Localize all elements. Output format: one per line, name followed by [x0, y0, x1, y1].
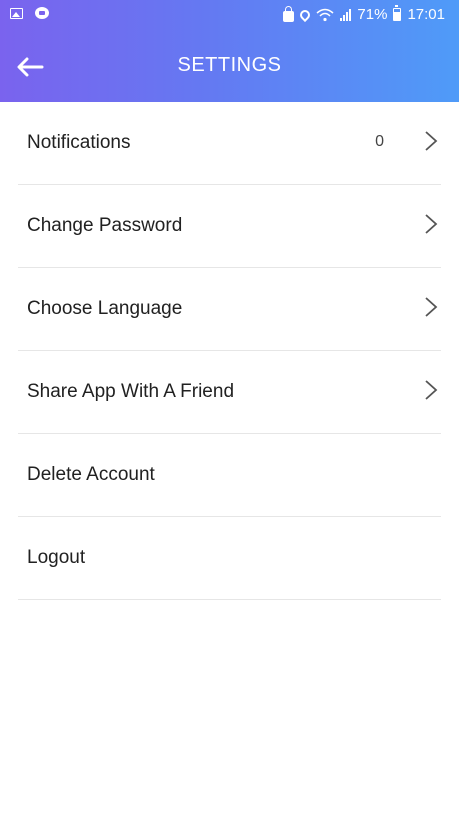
- status-bar-left: [10, 7, 49, 19]
- chevron-right-icon: [425, 131, 438, 151]
- signal-icon: [340, 8, 352, 21]
- menu-item-label: Change Password: [27, 215, 183, 236]
- menu-item-label: Logout: [27, 547, 86, 568]
- chevron-right-icon: [425, 297, 438, 317]
- location-pin-icon: [298, 7, 313, 22]
- menu-item-delete-account[interactable]: Delete Account: [18, 434, 441, 517]
- wifi-icon: [316, 8, 334, 22]
- menu-item-notifications[interactable]: Notifications 0: [18, 102, 441, 185]
- menu-item-choose-language[interactable]: Choose Language: [18, 268, 441, 351]
- status-bar: 71% 17:01: [0, 0, 459, 32]
- status-time: 17:01: [407, 6, 445, 23]
- menu-item-label: Choose Language: [27, 298, 183, 319]
- menu-item-label: Share App With A Friend: [27, 381, 235, 402]
- status-bar-right: 71% 17:01: [283, 5, 445, 23]
- menu-item-label: Delete Account: [27, 464, 155, 485]
- app-header: 71% 17:01 SETTINGS: [0, 0, 459, 102]
- menu-item-share-app[interactable]: Share App With A Friend: [18, 351, 441, 434]
- toolbar: SETTINGS: [0, 32, 459, 102]
- chevron-right-icon: [425, 214, 438, 234]
- battery-percent: 71%: [357, 6, 388, 23]
- menu-item-label: Notifications: [27, 132, 131, 153]
- lock-icon: [283, 5, 295, 22]
- settings-menu: Notifications 0 Change Password Choose L…: [18, 102, 441, 600]
- chat-icon: [35, 7, 49, 19]
- menu-item-logout[interactable]: Logout: [18, 517, 441, 600]
- chevron-right-icon: [425, 380, 438, 400]
- page-title: SETTINGS: [177, 54, 282, 76]
- battery-icon: [393, 5, 402, 21]
- notifications-count: 0: [375, 133, 384, 150]
- gallery-icon: [10, 7, 23, 19]
- menu-item-change-password[interactable]: Change Password: [18, 185, 441, 268]
- settings-screen: 71% 17:01 SETTINGS Notifications 0 Chang…: [0, 0, 459, 816]
